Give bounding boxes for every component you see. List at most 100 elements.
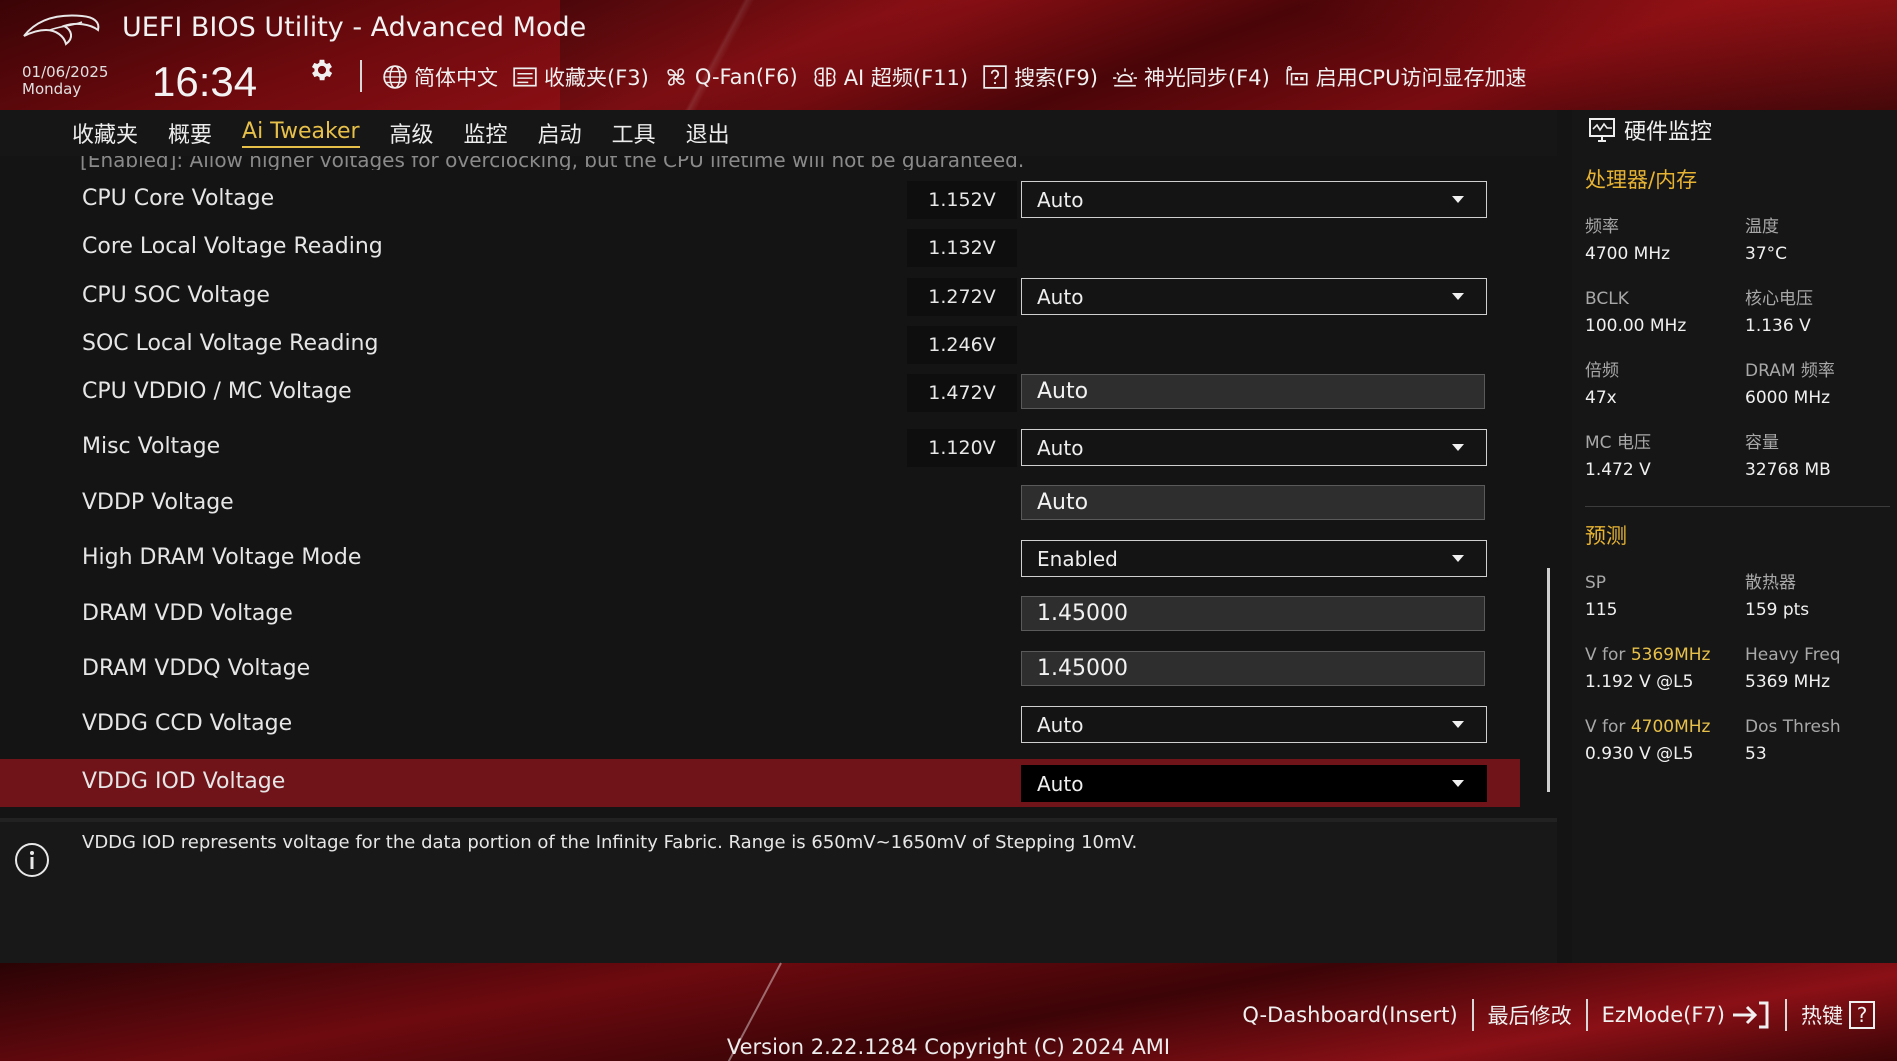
prediction-section-title: 预测 (1585, 524, 1627, 548)
resizable-bar-icon (1286, 65, 1308, 86)
cpu-soc-voltage-select[interactable]: Auto (1021, 278, 1487, 315)
high-dram-voltage-mode-select[interactable]: Enabled (1021, 540, 1487, 577)
tab-exit[interactable]: 退出 (686, 117, 730, 149)
dropdown-arrow-icon (1452, 293, 1464, 300)
aura-sync-label: 神光同步(F4) (1143, 66, 1270, 90)
setting-row-soc-local-voltage: SOC Local Voltage Reading 1.246V (0, 319, 1520, 371)
dropdown-arrow-icon (1452, 721, 1464, 728)
voltage-reading: 1.272V (907, 278, 1017, 316)
search-label: 搜索(F9) (1014, 66, 1098, 90)
setting-row-cpu-vddio-mc-voltage[interactable]: CPU VDDIO / MC Voltage 1.472V Auto (0, 367, 1520, 419)
weekday-text: Monday (22, 80, 82, 98)
header-toolbar: 简体中文 收藏夹(F3) Q-Fan(F6) AI 超频(F11) 搜索(F9)… (382, 60, 1526, 94)
favorites-list-icon (513, 67, 537, 87)
help-panel: VDDG IOD represents voltage for the data… (0, 818, 1557, 963)
vddg-ccd-voltage-select[interactable]: Auto (1021, 706, 1487, 743)
tab-monitor[interactable]: 监控 (464, 117, 508, 149)
misc-voltage-select[interactable]: Auto (1021, 429, 1487, 466)
gear-icon[interactable] (308, 56, 336, 84)
tab-tool[interactable]: 工具 (612, 117, 656, 149)
language-button[interactable]: 简体中文 (382, 62, 498, 92)
hotkeys-button[interactable]: 热键 ? (1787, 1000, 1889, 1030)
voltage-reading: 1.246V (907, 326, 1017, 364)
setting-row-dram-vddq-voltage[interactable]: DRAM VDDQ Voltage 1.45000 (0, 644, 1520, 696)
select-value: Auto (1037, 712, 1084, 737)
setting-row-cpu-soc-voltage[interactable]: CPU SOC Voltage 1.272V Auto (0, 271, 1520, 323)
q-dashboard-label: Q-Dashboard(Insert) (1242, 1003, 1458, 1027)
setting-row-core-local-voltage: Core Local Voltage Reading 1.132V (0, 222, 1520, 274)
main-tab-bar: 收藏夹 概要 Ai Tweaker 高级 监控 启动 工具 退出 (0, 110, 1557, 156)
setting-row-cpu-core-voltage[interactable]: CPU Core Voltage 1.152V Auto (0, 174, 1520, 226)
setting-row-misc-voltage[interactable]: Misc Voltage 1.120V Auto (0, 422, 1520, 474)
monitor-cooler: 散热器 159 pts (1745, 573, 1810, 620)
hotkeys-label: 热键 (1801, 1004, 1843, 1028)
tab-ai-tweaker[interactable]: Ai Tweaker (242, 119, 360, 148)
voltage-reading: 1.132V (907, 229, 1017, 267)
hardware-monitor-panel: 硬件监控 处理器/内存 频率 4700 MHz 温度 37°C BCLK 100.00… (1572, 110, 1897, 963)
setting-label: High DRAM Voltage Mode (82, 545, 362, 570)
resizable-bar-button[interactable]: 启用CPU访问显存加速 (1284, 62, 1526, 92)
monitor-capacity: 容量 32768 MB (1745, 433, 1831, 480)
setting-label: Core Local Voltage Reading (82, 234, 383, 259)
setting-label: VDDG IOD Voltage (82, 769, 286, 794)
footer-actions: Q-Dashboard(Insert) 最后修改 EzMode(F7) 热键 ? (1228, 999, 1889, 1031)
cpu-memory-section-title: 处理器/内存 (1585, 168, 1698, 192)
exit-arrow-icon (1733, 1001, 1769, 1029)
monitor-ratio: 倍频 47x (1585, 361, 1619, 408)
qfan-label: Q-Fan(F6) (694, 65, 798, 89)
aura-sync-icon (1113, 68, 1137, 87)
header-separator (360, 60, 362, 92)
ai-overclock-button[interactable]: AI 超频(F11) (812, 62, 968, 92)
setting-row-vddg-ccd-voltage[interactable]: VDDG CCD Voltage Auto (0, 699, 1520, 751)
clock[interactable]: 16:34 (152, 58, 257, 106)
ai-brain-icon (814, 67, 836, 87)
monitor-dram-frequency: DRAM 频率 6000 MHz (1745, 361, 1835, 408)
setting-label: DRAM VDDQ Voltage (82, 656, 311, 681)
favorites-label: 收藏夹(F3) (544, 66, 649, 90)
ez-mode-button[interactable]: EzMode(F7) (1588, 1000, 1785, 1030)
language-label: 简体中文 (414, 66, 498, 90)
cpu-vddio-mc-voltage-input[interactable]: Auto (1021, 374, 1485, 409)
monitor-frequency: 频率 4700 MHz (1585, 217, 1671, 264)
setting-row-vddg-iod-voltage[interactable]: VDDG IOD Voltage Auto (0, 759, 1520, 807)
select-value: Enabled (1037, 546, 1118, 571)
q-dashboard-button[interactable]: Q-Dashboard(Insert) (1228, 1003, 1471, 1027)
rog-logo-icon (23, 14, 100, 46)
date-text: 01/06/2025 (22, 63, 109, 81)
setting-label: VDDG CCD Voltage (82, 711, 293, 736)
setting-row-high-dram-voltage-mode[interactable]: High DRAM Voltage Mode Enabled (0, 533, 1520, 585)
monitor-core-voltage: 核心电压 1.136 V (1745, 289, 1813, 336)
last-modified-button[interactable]: 最后修改 (1474, 1000, 1586, 1030)
hotkeys-help-icon: ? (1849, 1001, 1875, 1029)
setting-row-dram-vdd-voltage[interactable]: DRAM VDD Voltage 1.45000 (0, 589, 1520, 641)
vddg-iod-voltage-select[interactable]: Auto (1021, 765, 1487, 802)
dram-vddq-voltage-input[interactable]: 1.45000 (1021, 651, 1485, 686)
dropdown-arrow-icon (1452, 444, 1464, 451)
setting-row-vddp-voltage[interactable]: VDDP Voltage Auto (0, 478, 1520, 530)
voltage-reading: 1.472V (907, 374, 1017, 412)
voltage-reading: 1.120V (907, 429, 1017, 467)
vddp-voltage-input[interactable]: Auto (1021, 485, 1485, 520)
settings-scrollbar[interactable] (1547, 568, 1550, 792)
aura-sync-button[interactable]: 神光同步(F4) (1112, 62, 1270, 92)
tab-favorites[interactable]: 收藏夹 (72, 117, 138, 149)
help-search-icon (983, 65, 1007, 89)
tab-boot[interactable]: 启动 (538, 117, 582, 149)
setting-label: CPU Core Voltage (82, 186, 275, 211)
favorites-button[interactable]: 收藏夹(F3) (512, 62, 649, 92)
tab-advanced[interactable]: 高级 (390, 117, 434, 149)
voltage-reading: 1.152V (907, 181, 1017, 219)
tab-main[interactable]: 概要 (168, 117, 212, 149)
dropdown-arrow-icon (1452, 555, 1464, 562)
qfan-button[interactable]: Q-Fan(F6) (663, 64, 798, 90)
ez-mode-label: EzMode(F7) (1601, 1003, 1725, 1027)
dram-vdd-voltage-input[interactable]: 1.45000 (1021, 596, 1485, 631)
monitor-v-for-current: V for 4700MHz 0.930 V @L5 (1585, 717, 1711, 764)
cpu-core-voltage-select[interactable]: Auto (1021, 181, 1487, 218)
search-button[interactable]: 搜索(F9) (982, 62, 1098, 92)
monitor-screen-icon (1589, 118, 1615, 142)
dropdown-arrow-icon (1452, 196, 1464, 203)
bottom-footer: Q-Dashboard(Insert) 最后修改 EzMode(F7) 热键 ?… (0, 962, 1897, 1061)
monitor-heavy-freq: Heavy Freq 5369 MHz (1745, 645, 1841, 692)
info-icon (15, 843, 49, 877)
